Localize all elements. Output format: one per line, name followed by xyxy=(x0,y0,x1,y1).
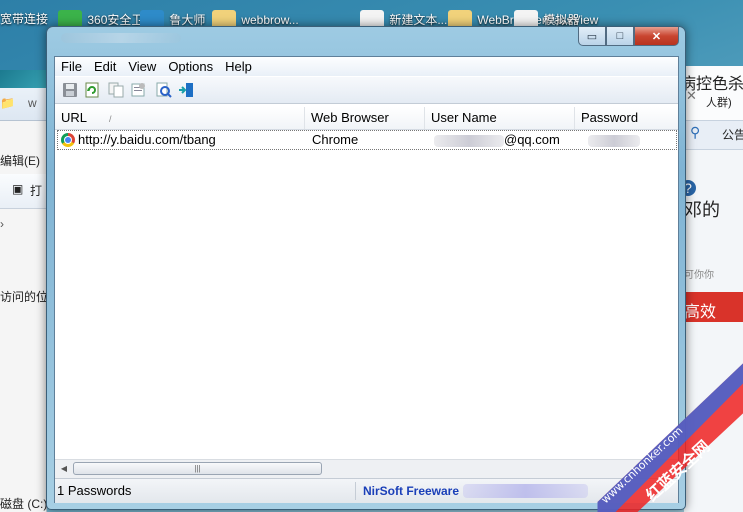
small-text: 可你你 xyxy=(684,270,714,281)
menu-help[interactable]: Help xyxy=(219,57,258,76)
column-password-label: Password xyxy=(581,110,639,125)
row-browser: Chrome xyxy=(312,132,359,147)
copy-icon xyxy=(108,82,124,98)
close-icon: ✕ xyxy=(651,30,662,43)
save-button[interactable] xyxy=(61,81,79,99)
window-title xyxy=(61,31,211,45)
nirsoft-link[interactable]: NirSoft Freeware xyxy=(363,479,459,503)
menu-file[interactable]: File xyxy=(55,57,88,76)
redacted-password xyxy=(588,134,640,147)
horizontal-scrollbar[interactable]: ◀ ||| xyxy=(55,459,678,478)
visited-location-text: 访问的位 xyxy=(0,290,49,304)
maximize-button[interactable]: □ xyxy=(606,27,634,46)
status-password-count: 1 Passwords xyxy=(57,483,132,498)
column-password[interactable]: Password xyxy=(575,107,678,129)
chrome-icon xyxy=(61,133,75,147)
breadcrumb-text: w xyxy=(28,96,37,110)
refresh-button[interactable] xyxy=(83,81,101,99)
row-password xyxy=(588,131,640,149)
save-icon xyxy=(63,83,77,97)
close-button[interactable]: ✕ xyxy=(634,27,679,46)
status-bar: 1 Passwords NirSoft Freeware xyxy=(55,478,678,503)
client-area: File Edit View Options Help URL / Web Br… xyxy=(54,56,679,503)
notice-link[interactable]: 公告 xyxy=(722,126,743,143)
properties-button[interactable] xyxy=(129,81,147,99)
menu-edit[interactable]: Edit xyxy=(88,57,122,76)
row-url: http://y.baidu.com/tbang xyxy=(78,132,216,147)
background-explorer-window: 📁 w 编辑(E) ▣ 打 › 访问的位 磁盘 (C:) xyxy=(0,88,49,512)
close-icon[interactable]: ✕ xyxy=(686,88,697,104)
print-icon[interactable]: ▣ xyxy=(12,182,23,196)
row-username-domain: @qq.com xyxy=(504,132,560,147)
menubar: File Edit View Options Help xyxy=(55,57,678,76)
minimize-icon: ▭ xyxy=(586,30,598,43)
red-banner-text: 高效 xyxy=(684,304,717,321)
nav-arrow: › xyxy=(0,217,4,231)
folder-icon: 📁 xyxy=(0,96,15,110)
big-heading: 邓的 xyxy=(684,200,720,220)
background-browser-window: 病控色杀 人群) ✕ ⚲ 公告 ? 邓的 可你你 高效 xyxy=(680,66,743,512)
minimize-button[interactable]: ▭ xyxy=(578,27,606,46)
address-bar: 📁 w xyxy=(0,88,46,121)
maximize-icon: □ xyxy=(616,30,624,42)
find-icon xyxy=(156,82,172,98)
toolbar: ▣ 打 xyxy=(0,174,46,209)
table-row[interactable]: http://y.baidu.com/tbang Chrome @qq.com xyxy=(57,130,677,150)
column-url-label: URL xyxy=(61,110,88,125)
desktop-icon-label: 宽带连接 xyxy=(0,12,49,26)
menu-view[interactable]: View xyxy=(122,57,162,76)
webbrowserpassview-window: ▭ □ ✕ File Edit View Options Help URL / … xyxy=(46,26,686,510)
status-divider xyxy=(355,482,356,500)
print-label: 打 xyxy=(30,184,43,198)
column-web-browser[interactable]: Web Browser xyxy=(305,107,425,129)
column-browser-label: Web Browser xyxy=(311,110,389,125)
menu-options[interactable]: Options xyxy=(162,57,219,76)
exit-button[interactable] xyxy=(177,81,195,99)
refresh-icon xyxy=(85,82,99,98)
column-header: URL / Web Browser User Name Password xyxy=(55,107,678,130)
column-username-label: User Name xyxy=(431,110,497,125)
exit-icon xyxy=(179,83,193,97)
column-url[interactable]: URL / xyxy=(55,107,305,129)
window-controls: ▭ □ ✕ xyxy=(578,27,679,47)
row-username: @qq.com xyxy=(434,131,560,149)
search-icon[interactable]: ⚲ xyxy=(690,124,700,141)
window-title-text xyxy=(61,33,181,43)
properties-icon xyxy=(131,83,145,97)
heading-subtext: 人群) xyxy=(706,97,732,109)
disk-c-label[interactable]: 磁盘 (C:) xyxy=(0,495,47,512)
scrollbar-thumb[interactable]: ||| xyxy=(73,462,322,475)
desktop-icon-broadband[interactable]: 宽带连接 xyxy=(0,10,48,44)
column-user-name[interactable]: User Name xyxy=(425,107,575,129)
redacted-status-text xyxy=(463,484,588,498)
toolbar xyxy=(55,77,678,104)
sort-arrow-icon: / xyxy=(109,114,112,124)
find-button[interactable] xyxy=(155,81,173,99)
scroll-left-icon[interactable]: ◀ xyxy=(58,463,70,475)
redacted-username xyxy=(434,134,504,147)
copy-button[interactable] xyxy=(107,81,125,99)
edit-menu[interactable]: 编辑(E) xyxy=(0,152,40,169)
